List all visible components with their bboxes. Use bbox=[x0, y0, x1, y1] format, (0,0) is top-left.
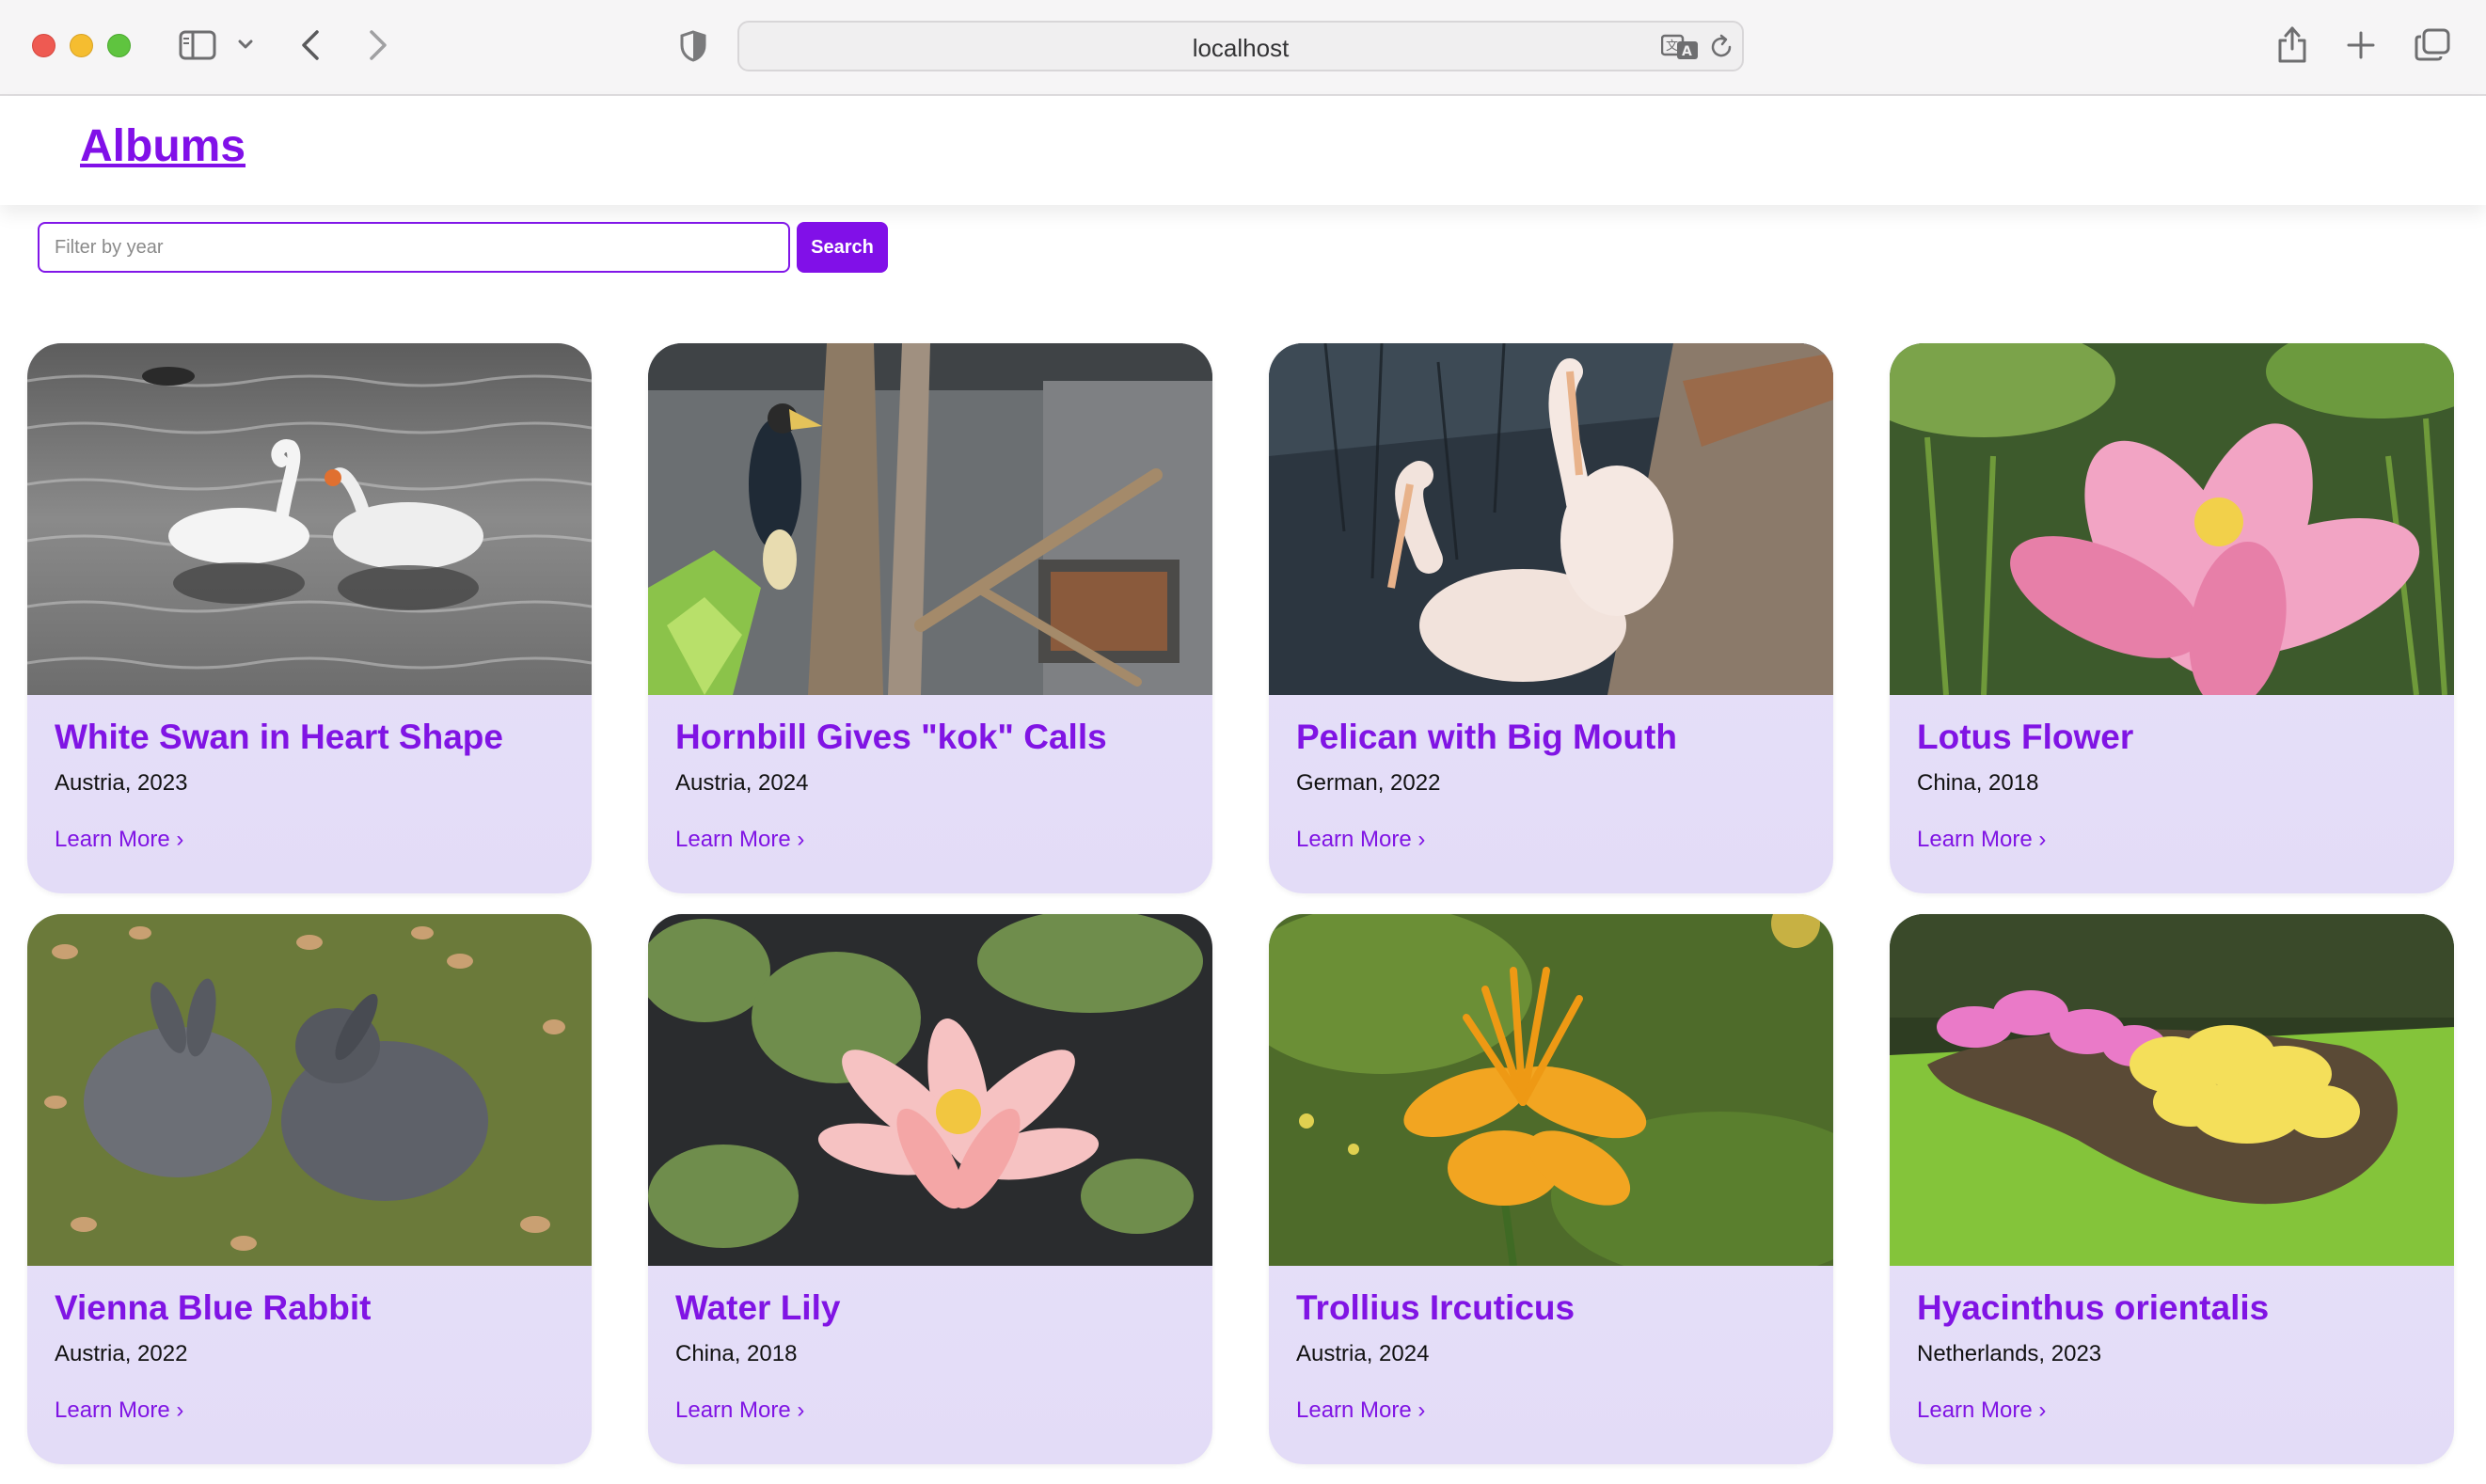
album-card: Hyacinthus orientalis Netherlands, 2023 … bbox=[1890, 914, 2454, 1464]
albums-home-link[interactable]: Albums bbox=[80, 120, 245, 172]
album-title[interactable]: Hyacinthus orientalis bbox=[1917, 1266, 2427, 1328]
album-title[interactable]: Water Lily bbox=[675, 1266, 1185, 1328]
address-bar[interactable]: localhost 文 A bbox=[737, 21, 1744, 71]
url-text: localhost bbox=[1192, 34, 1290, 62]
album-location-year: Austria, 2024 bbox=[675, 770, 809, 796]
svg-text:A: A bbox=[1682, 44, 1692, 59]
album-card: Pelican with Big Mouth German, 2022 Lear… bbox=[1269, 343, 1833, 893]
album-location-year: German, 2022 bbox=[1296, 770, 1441, 796]
album-grid: White Swan in Heart Shape Austria, 2023 … bbox=[27, 343, 2454, 1464]
hornbill-photo bbox=[648, 343, 1212, 695]
album-location-year: China, 2018 bbox=[1917, 770, 2039, 796]
album-location-year: Netherlands, 2023 bbox=[1917, 1341, 2102, 1366]
album-title[interactable]: Vienna Blue Rabbit bbox=[55, 1266, 564, 1328]
album-title[interactable]: Trollius Ircuticus bbox=[1296, 1266, 1806, 1328]
learn-more-link[interactable]: Learn More › bbox=[1917, 1397, 2046, 1424]
learn-more-link[interactable]: Learn More › bbox=[1917, 827, 2046, 853]
pelican-photo bbox=[1269, 343, 1833, 695]
lotus-photo bbox=[1890, 343, 2454, 695]
album-title[interactable]: Pelican with Big Mouth bbox=[1296, 695, 1806, 757]
album-card: Lotus Flower China, 2018 Learn More › bbox=[1890, 343, 2454, 893]
learn-more-link[interactable]: Learn More › bbox=[55, 1397, 183, 1424]
water-lily-photo bbox=[648, 914, 1212, 1266]
learn-more-link[interactable]: Learn More › bbox=[55, 827, 183, 853]
trollius-photo bbox=[1269, 914, 1833, 1266]
browser-toolbar: localhost 文 A bbox=[0, 0, 2486, 96]
album-location-year: Austria, 2022 bbox=[55, 1341, 188, 1366]
album-card: Trollius Ircuticus Austria, 2024 Learn M… bbox=[1269, 914, 1833, 1464]
learn-more-link[interactable]: Learn More › bbox=[675, 827, 804, 853]
shield-icon[interactable] bbox=[679, 30, 707, 62]
album-title[interactable]: Lotus Flower bbox=[1917, 695, 2427, 757]
learn-more-link[interactable]: Learn More › bbox=[1296, 827, 1425, 853]
plus-icon[interactable] bbox=[2346, 30, 2376, 60]
search-button[interactable]: Search bbox=[797, 222, 888, 273]
tabs-icon[interactable] bbox=[2414, 28, 2451, 62]
filter-by-year-input[interactable] bbox=[38, 222, 790, 273]
svg-text:文: 文 bbox=[1666, 39, 1678, 54]
album-card: Hornbill Gives "kok" Calls Austria, 2024… bbox=[648, 343, 1212, 893]
translate-icon[interactable]: 文 A bbox=[1661, 34, 1699, 60]
minimize-window-button[interactable] bbox=[70, 34, 93, 57]
album-title[interactable]: White Swan in Heart Shape bbox=[55, 695, 564, 757]
close-window-button[interactable] bbox=[32, 34, 55, 57]
learn-more-link[interactable]: Learn More › bbox=[675, 1397, 804, 1424]
album-card: White Swan in Heart Shape Austria, 2023 … bbox=[27, 343, 592, 893]
album-title[interactable]: Hornbill Gives "kok" Calls bbox=[675, 695, 1185, 757]
album-card: Water Lily China, 2018 Learn More › bbox=[648, 914, 1212, 1464]
share-icon[interactable] bbox=[2276, 24, 2308, 64]
chevron-down-icon[interactable] bbox=[237, 36, 254, 53]
album-location-year: China, 2018 bbox=[675, 1341, 798, 1366]
learn-more-link[interactable]: Learn More › bbox=[1296, 1397, 1425, 1424]
album-location-year: Austria, 2024 bbox=[1296, 1341, 1430, 1366]
reload-icon[interactable] bbox=[1708, 34, 1734, 60]
hyacinth-photo bbox=[1890, 914, 2454, 1266]
swan-photo bbox=[27, 343, 592, 695]
zoom-window-button[interactable] bbox=[107, 34, 131, 57]
rabbit-photo bbox=[27, 914, 592, 1266]
chevron-right-icon[interactable] bbox=[367, 28, 389, 62]
sidebar-icon[interactable] bbox=[179, 30, 216, 60]
chevron-left-icon[interactable] bbox=[299, 28, 322, 62]
site-header: Albums bbox=[0, 96, 2486, 205]
album-location-year: Austria, 2023 bbox=[55, 770, 188, 796]
album-card: Vienna Blue Rabbit Austria, 2022 Learn M… bbox=[27, 914, 592, 1464]
